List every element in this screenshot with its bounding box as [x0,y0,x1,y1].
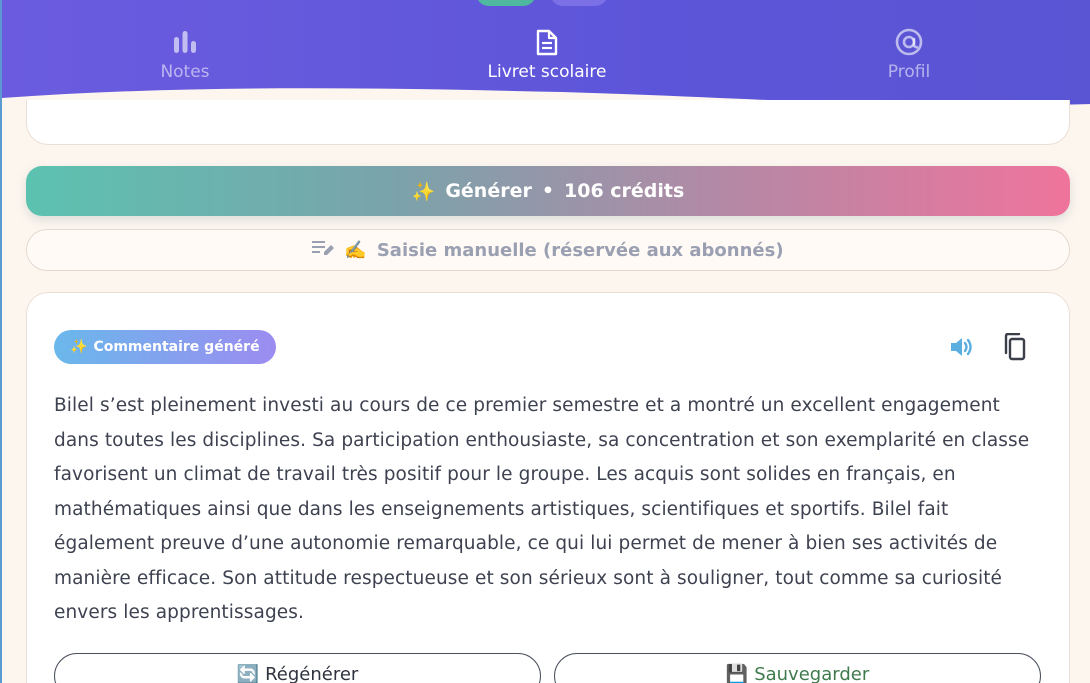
header-pill-right [550,0,608,6]
save-label: Sauvegarder [754,664,870,683]
nav-tab-profil-label: Profil [887,62,931,82]
sparkles-icon: ✨ [70,339,88,355]
generated-comment-text: Bilel s’est pleinement investi au cours … [54,395,1030,623]
edit-note-icon [312,240,335,261]
nav-tab-notes-label: Notes [160,62,210,82]
manual-entry-label: Saisie manuelle (réservée aux abonnés) [376,239,784,261]
generate-label: Générer [445,180,532,202]
previous-card-bottom [26,100,1070,145]
writing-hand-icon: ✍️ [344,239,367,261]
at-sign-icon [789,28,1029,56]
document-icon [427,28,667,56]
copy-icon[interactable] [1002,332,1028,361]
refresh-icon: 🔄 [236,664,260,683]
generate-separator: • [541,180,555,202]
regenerate-button[interactable]: 🔄 Régénérer [54,653,541,683]
nav-tab-livret-scolaire[interactable]: Livret scolaire [427,28,667,82]
header-pill-left [476,0,536,6]
floppy-disk-icon: 💾 [725,664,749,683]
save-button[interactable]: 💾 Sauvegarder [554,653,1041,683]
generated-comment-badge: ✨ Commentaire généré [54,330,276,364]
regenerate-label: Régénérer [265,664,359,683]
manual-entry-button[interactable]: ✍️ Saisie manuelle (réservée aux abonnés… [26,229,1070,271]
generate-button[interactable]: ✨ Générer • 106 crédits [26,166,1070,216]
sparkles-icon: ✨ [411,180,436,203]
nav-tab-notes[interactable]: Notes [65,28,305,82]
speaker-icon[interactable] [949,334,975,360]
nav-tab-profil[interactable]: Profil [789,28,1029,82]
nav-tab-livret-label: Livret scolaire [487,62,607,82]
bar-chart-icon [65,28,305,56]
credits-count: 106 crédits [564,180,685,202]
comment-card: ✨ Commentaire généré Bilel s’est pleinem… [26,292,1070,683]
badge-label: Commentaire généré [93,339,260,355]
